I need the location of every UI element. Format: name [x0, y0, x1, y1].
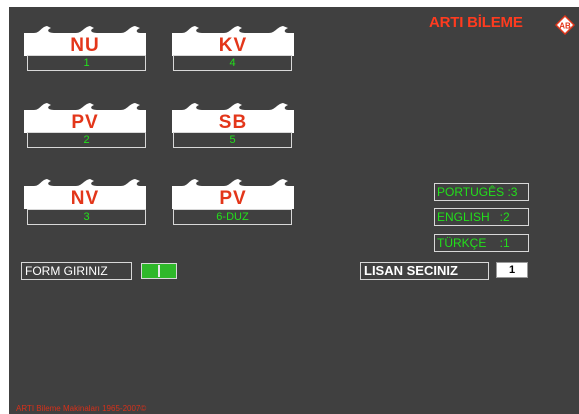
language-option-portuguese[interactable]: PORTUGÊS :3 [434, 183, 529, 201]
blade-label: PV [219, 188, 247, 209]
blade-label: PV [71, 112, 99, 133]
svg-text:AB: AB [559, 22, 571, 31]
blade-pv-duz-button[interactable]: PV [172, 177, 294, 209]
blade-pv-button[interactable]: PV [24, 101, 146, 133]
blade-sb-button[interactable]: SB [172, 101, 294, 133]
language-select-input[interactable]: 1 [496, 262, 528, 278]
blade-code: 6-DUZ [173, 209, 292, 225]
brand-logo-icon: AB [555, 15, 575, 35]
language-select-label: LISAN SECINIZ [360, 262, 489, 280]
blade-code: 2 [27, 132, 146, 148]
blade-label: KV [218, 35, 248, 56]
blade-kv-button[interactable]: KV [172, 24, 294, 56]
language-option-turkish[interactable]: TÜRKÇE :1 [434, 234, 529, 252]
blade-label: NV [70, 188, 100, 209]
blade-label: SB [218, 112, 248, 133]
brand-name: ARTI BİLEME [429, 14, 523, 31]
blade-code: 1 [27, 55, 146, 71]
form-label: FORM GIRINIZ [21, 262, 132, 280]
blade-code: 5 [173, 132, 292, 148]
form-toggle-button[interactable] [141, 263, 177, 279]
blade-label: NU [70, 35, 100, 56]
blade-code: 4 [173, 55, 292, 71]
blade-nv-button[interactable]: NV [24, 177, 146, 209]
blade-code: 3 [27, 209, 146, 225]
footer-copyright: ARTI Bileme Makinaları 1965-2007© [16, 404, 147, 413]
blade-nu-button[interactable]: NU [24, 24, 146, 56]
language-option-english[interactable]: ENGLISH :2 [434, 208, 529, 226]
